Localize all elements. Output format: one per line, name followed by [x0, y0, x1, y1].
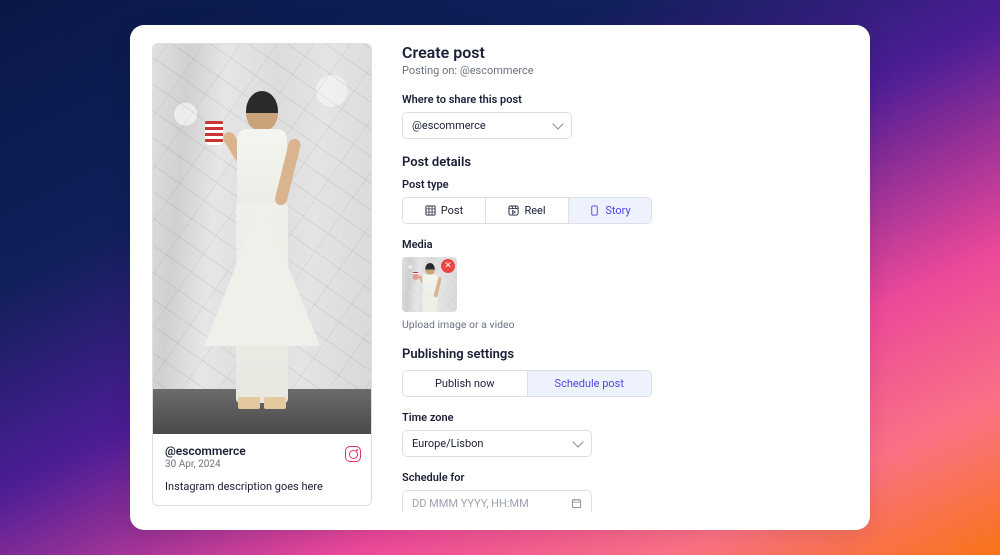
media-label: Media: [402, 238, 842, 251]
post-type-reel[interactable]: Reel: [485, 198, 568, 223]
instagram-icon: [345, 446, 361, 462]
calendar-icon: [571, 498, 582, 509]
post-type-label: Post type: [402, 178, 842, 191]
create-post-panel: @escommerce 30 Apr, 2024 Instagram descr…: [130, 25, 870, 530]
post-type-post[interactable]: Post: [403, 198, 485, 223]
grid-icon: [425, 205, 436, 216]
post-preview-card: @escommerce 30 Apr, 2024 Instagram descr…: [152, 43, 372, 506]
chevron-down-icon: [552, 118, 563, 129]
publish-now-option[interactable]: Publish now: [403, 371, 527, 396]
page-title: Create post: [402, 43, 842, 62]
post-type-story[interactable]: Story: [568, 198, 651, 223]
schedule-for-label: Schedule for: [402, 471, 842, 484]
create-post-form: Create post Posting on: @escommerce Wher…: [402, 43, 842, 512]
remove-media-button[interactable]: ✕: [441, 259, 455, 273]
media-hint: Upload image or a video: [402, 318, 842, 331]
story-icon: [589, 205, 600, 216]
post-preview-image: [153, 44, 371, 434]
share-label: Where to share this post: [402, 93, 842, 106]
media-thumbnail[interactable]: ✕: [402, 257, 457, 312]
reel-icon: [508, 205, 519, 216]
share-account-select[interactable]: @escommerce: [402, 112, 572, 139]
post-preview-meta: @escommerce 30 Apr, 2024 Instagram descr…: [153, 434, 371, 505]
timezone-select[interactable]: Europe/Lisbon: [402, 430, 592, 457]
post-type-segmented: Post Reel Story: [402, 197, 652, 224]
preview-handle: @escommerce: [165, 444, 359, 458]
schedule-datetime-input[interactable]: DD MMM YYYY, HH:MM: [402, 490, 592, 512]
preview-description: Instagram description goes here: [165, 480, 359, 493]
post-details-heading: Post details: [402, 155, 842, 170]
schedule-placeholder: DD MMM YYYY, HH:MM: [412, 497, 529, 510]
publish-mode-segmented: Publish now Schedule post: [402, 370, 652, 397]
timezone-value: Europe/Lisbon: [412, 437, 483, 450]
preview-date: 30 Apr, 2024: [165, 459, 359, 470]
posting-on-label: Posting on: @escommerce: [402, 64, 842, 77]
timezone-label: Time zone: [402, 411, 842, 424]
share-account-value: @escommerce: [412, 119, 486, 132]
publishing-heading: Publishing settings: [402, 347, 842, 362]
schedule-post-option[interactable]: Schedule post: [527, 371, 652, 396]
chevron-down-icon: [572, 436, 583, 447]
